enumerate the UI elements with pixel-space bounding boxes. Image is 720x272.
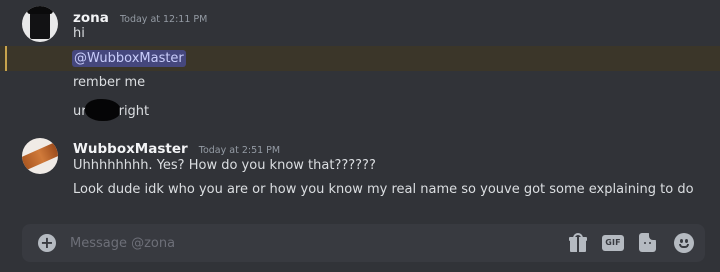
- emoji-icon[interactable]: [674, 233, 694, 253]
- message-text: Look dude idk who you are or how you kno…: [73, 182, 694, 197]
- timestamp: Today at 2:51 PM: [198, 145, 281, 156]
- gif-label: GIF: [605, 238, 621, 247]
- message-header: WubboxMaster Today at 2:51 PM: [73, 138, 280, 158]
- sticker-icon[interactable]: [639, 233, 656, 252]
- message-group-wubboxmaster: WubboxMaster Today at 2:51 PM Uhhhhhhhh.…: [0, 0, 720, 220]
- gif-icon[interactable]: GIF: [602, 235, 624, 251]
- username[interactable]: WubboxMaster: [73, 141, 188, 157]
- plus-icon[interactable]: +: [38, 234, 56, 252]
- gift-icon[interactable]: [568, 233, 588, 253]
- message-input[interactable]: [70, 233, 490, 253]
- chat-messages: zona Today at 12:11 PM hi @WubboxMaster …: [0, 0, 720, 220]
- message-text: Uhhhhhhhh. Yes? How do you know that????…: [73, 158, 376, 173]
- message-composer: + GIF: [22, 224, 705, 262]
- avatar[interactable]: [22, 138, 58, 174]
